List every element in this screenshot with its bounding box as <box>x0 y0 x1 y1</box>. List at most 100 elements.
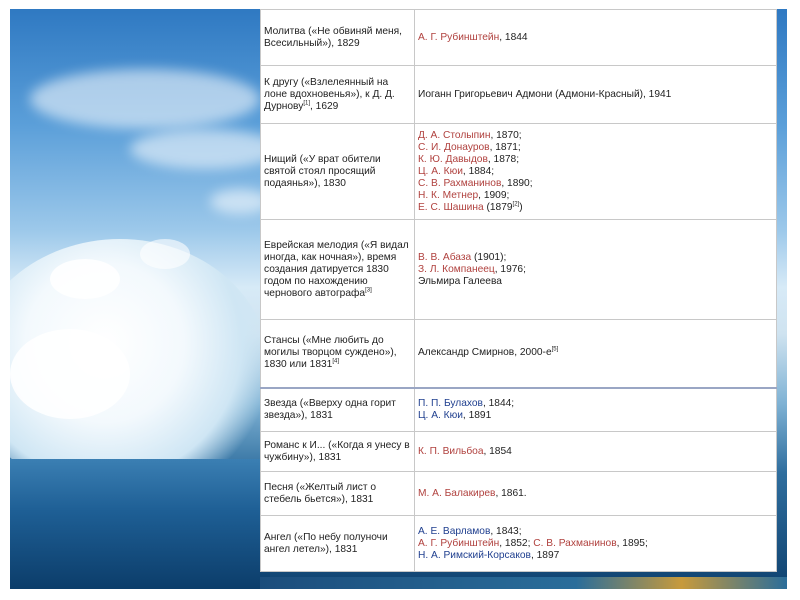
settings-cell: В. В. Абаза (1901); З. Л. Компанеец, 1976… <box>414 219 777 320</box>
composer-link[interactable]: К. Ю. Давыдов <box>418 154 488 165</box>
table-row: Еврейская мелодия («Я видал иногда, как … <box>260 219 777 320</box>
sea-strip <box>260 577 787 589</box>
composer-entry: А. Е. Варламов, 1843; <box>418 526 773 538</box>
composer-year: Иоганн Григорьевич Адмони (Адмони-Красны… <box>418 88 672 100</box>
composer-entry: М. А. Балакирев, 1861. <box>418 488 773 500</box>
composer-entry: Н. А. Римский-Корсаков, 1897 <box>418 550 773 562</box>
composer-year: Александр Смирнов, 2000-е <box>418 347 552 359</box>
poem-cell: Ангел («По небу полуночи ангел летел»), … <box>260 515 415 572</box>
poem-cell: Романс к И... («Когда я унесу в чужбину»… <box>260 431 415 472</box>
poem-title: Еврейская мелодия («Я видал иногда, как … <box>264 239 409 299</box>
composer-link[interactable]: З. Л. Компанеец <box>418 264 495 275</box>
footnote-ref[interactable]: [4] <box>332 359 339 365</box>
composer-entry: Ц. А. Кюи, 1891 <box>418 410 773 422</box>
composer-link[interactable]: А. Г. Рубинштейн <box>418 32 499 43</box>
composer-year: Эльмира Галеева <box>418 275 502 287</box>
poem-title: Звезда («Вверху одна горит звезда»), 183… <box>264 397 396 421</box>
table-row: Стансы («Мне любить до могилы творцом су… <box>260 319 777 388</box>
composer-link[interactable]: Е. С. Шашина <box>418 202 484 213</box>
slide-background: Молитва («Не обвиняй меня, Всесильный»),… <box>10 9 787 589</box>
settings-cell: А. Г. Рубинштейн, 1844 <box>414 9 777 66</box>
poem-title: Нищий («У врат обители святой стоял прос… <box>264 153 381 189</box>
composer-entry: А. Г. Рубинштейн, 1844 <box>418 32 773 44</box>
poem-cell: Нищий («У врат обители святой стоял прос… <box>260 123 415 220</box>
table-row: Нищий («У врат обители святой стоял прос… <box>260 123 777 220</box>
poem-year: , 1629 <box>310 100 339 112</box>
composer-year: , 1897 <box>530 549 560 561</box>
composer-link[interactable]: А. Г. Рубинштейн <box>418 538 499 549</box>
composer-year: , 1852; <box>499 537 534 549</box>
poem-title: Романс к И... («Когда я унесу в чужбину»… <box>264 439 410 463</box>
composer-entry: К. П. Вильбоа, 1854 <box>418 446 773 458</box>
settings-cell: Александр Смирнов, 2000-е[5] <box>414 319 777 388</box>
settings-cell: А. Е. Варламов, 1843; А. Г. Рубинштейн, 1… <box>414 515 777 572</box>
composer-entry: К. Ю. Давыдов, 1878; <box>418 154 773 166</box>
composer-year: , 1909; <box>478 189 510 201</box>
poem-title: Ангел («По небу полуночи ангел летел»), … <box>264 531 388 555</box>
table-row: Песня («Желтый лист о стебель бьется»), … <box>260 471 777 516</box>
romances-table: Молитва («Не обвиняй меня, Всесильный»),… <box>260 9 777 572</box>
composer-year: , 1844; <box>482 397 515 409</box>
composer-link[interactable]: Ц. А. Кюи <box>418 410 463 421</box>
poem-cell: Еврейская мелодия («Я видал иногда, как … <box>260 219 415 320</box>
composer-entry: А. Г. Рубинштейн, 1852; С. В. Рахманинов… <box>418 538 773 550</box>
composer-entry: Александр Смирнов, 2000-е[5] <box>418 347 773 359</box>
cloud <box>30 69 260 129</box>
footnote-ref[interactable]: [3] <box>365 287 372 293</box>
footnote-ref[interactable]: [1] <box>303 100 310 106</box>
composer-year: , 1878; <box>487 153 520 165</box>
poem-cell: Песня («Желтый лист о стебель бьется»), … <box>260 471 415 516</box>
composer-year: , 1861. <box>495 487 527 499</box>
settings-cell: Д. А. Столыпин, 1870; С. И. Донауров, 187… <box>414 123 777 220</box>
composer-year: , 1844 <box>499 31 528 43</box>
composer-year: , 1890; <box>501 177 533 189</box>
composer-entry: П. П. Булахов, 1844; <box>418 398 773 410</box>
composer-entry: Эльмира Галеева <box>418 276 773 288</box>
poem-title: Стансы («Мне любить до могилы творцом су… <box>264 335 397 371</box>
composer-link[interactable]: Н. А. Римский-Корсаков <box>418 550 531 561</box>
composer-link[interactable]: Н. К. Метнер <box>418 190 478 201</box>
table-row: Ангел («По небу полуночи ангел летел»), … <box>260 515 777 572</box>
settings-cell: Иоганн Григорьевич Адмони (Адмони-Красны… <box>414 65 777 124</box>
settings-cell: М. А. Балакирев, 1861. <box>414 471 777 516</box>
footnote-ref[interactable]: [5] <box>552 347 559 353</box>
table-row: Романс к И... («Когда я унесу в чужбину»… <box>260 431 777 472</box>
composer-link[interactable]: М. А. Балакирев <box>418 488 495 499</box>
composer-year: (1901); <box>471 251 507 263</box>
composer-link[interactable]: П. П. Булахов <box>418 398 483 409</box>
composer-year: , 1895; <box>616 537 648 549</box>
composer-year: (1879 <box>483 201 513 213</box>
composer-link[interactable]: В. В. Абаза <box>418 252 471 263</box>
composer-entry: С. И. Донауров, 1871; <box>418 142 773 154</box>
wave-spray <box>10 329 130 419</box>
composer-link[interactable]: Д. А. Столыпин <box>418 130 490 141</box>
table-row: Молитва («Не обвиняй меня, Всесильный»),… <box>260 9 777 66</box>
composer-year: , 1891 <box>462 409 492 421</box>
composer-year: , 1870; <box>490 129 522 141</box>
table-row: Звезда («Вверху одна горит звезда»), 183… <box>260 386 777 432</box>
wave-spray <box>50 259 120 299</box>
poem-title: Молитва («Не обвиняй меня, Всесильный»),… <box>264 25 402 49</box>
composer-year: , 1976; <box>494 263 526 275</box>
composer-link[interactable]: Ц. А. Кюи <box>418 166 463 177</box>
composer-entry: Е. С. Шашина (1879[2]) <box>418 201 773 214</box>
composer-link[interactable]: С. В. Рахманинов <box>418 178 501 189</box>
composer-year: , 1843; <box>490 525 522 537</box>
composer-year: , 1884; <box>462 165 495 177</box>
settings-cell: К. П. Вильбоа, 1854 <box>414 431 777 472</box>
sea <box>10 459 270 589</box>
composer-entry: Иоганн Григорьевич Адмони (Адмони-Красны… <box>418 89 773 101</box>
composer-entry: Н. К. Метнер, 1909; <box>418 190 773 202</box>
composer-entry: С. В. Рахманинов, 1890; <box>418 178 773 190</box>
composer-entry: З. Л. Компанеец, 1976; <box>418 264 773 276</box>
composer-entry: В. В. Абаза (1901); <box>418 252 773 264</box>
composer-link[interactable]: А. Е. Варламов <box>418 526 490 537</box>
poem-cell: Звезда («Вверху одна горит звезда»), 183… <box>260 386 415 432</box>
composer-link[interactable]: С. В. Рахманинов <box>533 538 616 549</box>
composer-entry: Ц. А. Кюи, 1884; <box>418 166 773 178</box>
poem-cell: Стансы («Мне любить до могилы творцом су… <box>260 319 415 388</box>
composer-link[interactable]: К. П. Вильбоа <box>418 446 483 457</box>
composer-tail: ) <box>519 201 523 213</box>
composer-link[interactable]: С. И. Донауров <box>418 142 490 153</box>
composer-year: , 1854 <box>483 445 512 457</box>
